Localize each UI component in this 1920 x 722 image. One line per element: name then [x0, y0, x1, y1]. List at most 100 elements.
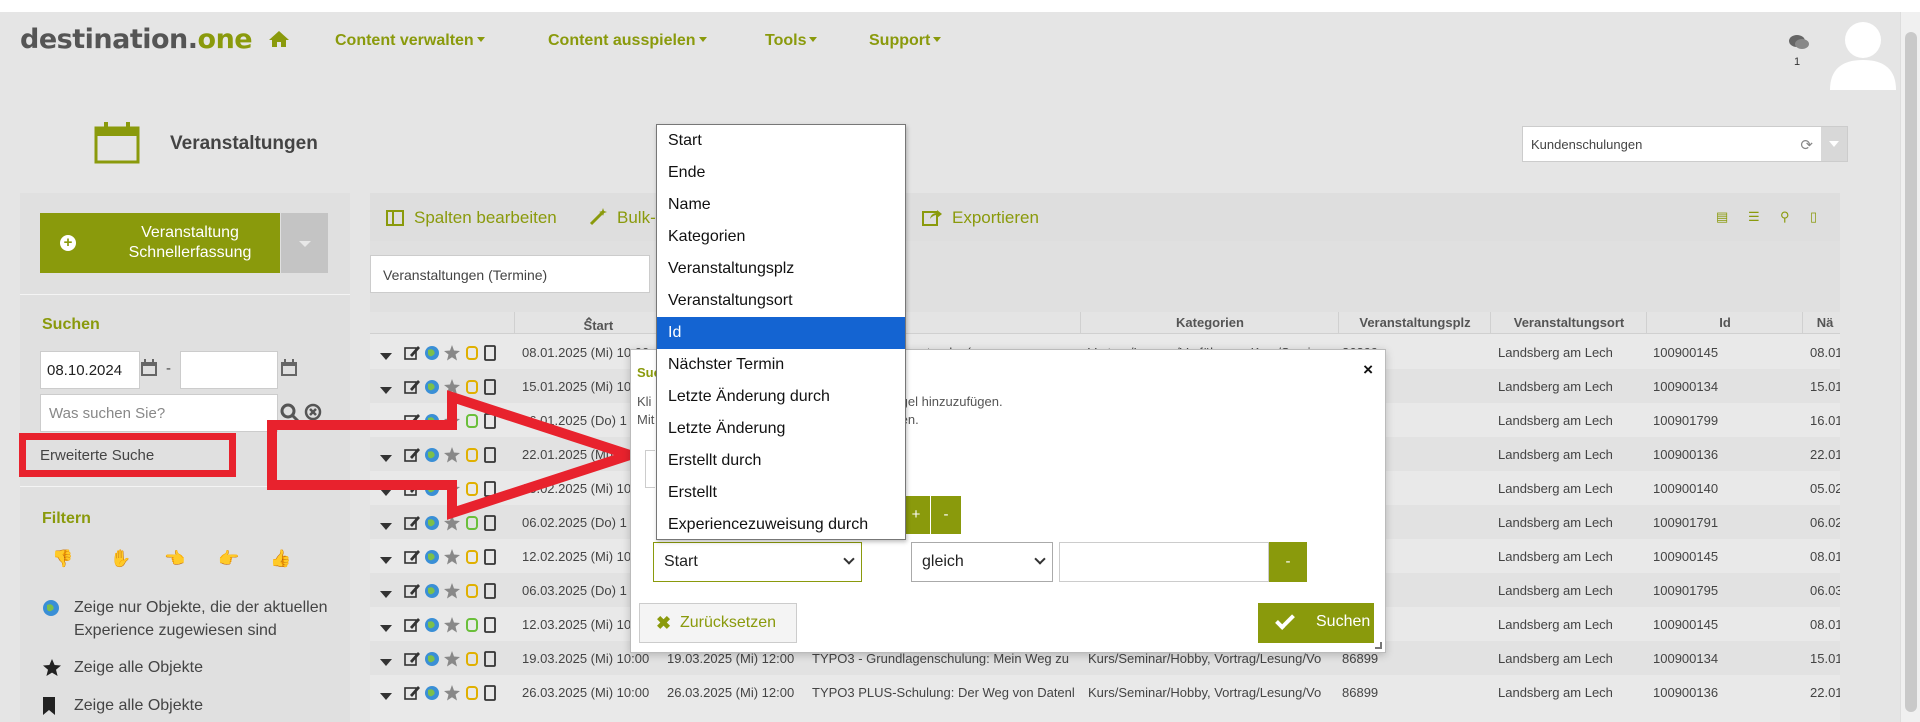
- dropdown-option[interactable]: Experiencezuweisung durch: [657, 509, 905, 541]
- filter-all-option[interactable]: Zeige alle Objekte: [42, 656, 342, 679]
- globe-icon[interactable]: [424, 651, 440, 667]
- dropdown-option[interactable]: Veranstaltungsort: [657, 285, 905, 317]
- globe-icon[interactable]: [424, 345, 440, 361]
- dropdown-option[interactable]: Nächster Termin: [657, 349, 905, 381]
- col-kategorien[interactable]: Kategorien: [1082, 315, 1338, 330]
- map-view-icon[interactable]: ⚲: [1780, 209, 1790, 225]
- table-view-icon[interactable]: ▤: [1716, 209, 1728, 225]
- edit-columns-button[interactable]: Spalten bearbeiten: [386, 208, 557, 231]
- mobile-icon[interactable]: [484, 345, 496, 361]
- col-next[interactable]: Nä: [1810, 315, 1840, 330]
- reset-button[interactable]: ✖ Zurücksetzen: [639, 603, 797, 643]
- dropdown-option[interactable]: Letzte Änderung: [657, 413, 905, 445]
- thumbs-up-icon[interactable]: 👍: [270, 549, 291, 569]
- workspace-select[interactable]: Kundenschulungen ⟳: [1522, 126, 1848, 162]
- list-view-icon[interactable]: ☰: [1748, 209, 1760, 225]
- thumbs-down-icon[interactable]: 👎: [52, 549, 73, 569]
- mobile-view-icon[interactable]: ▯: [1810, 209, 1817, 225]
- view-select[interactable]: Veranstaltungen (Termine): [370, 255, 650, 293]
- search-input[interactable]: Was suchen Sie?: [40, 394, 278, 432]
- star-icon[interactable]: [444, 651, 460, 667]
- expand-caret-icon[interactable]: [380, 587, 392, 599]
- hand-icon[interactable]: ✋: [110, 549, 131, 569]
- remove-group-button[interactable]: -: [931, 496, 961, 534]
- nav-tools[interactable]: Tools: [765, 32, 818, 50]
- mobile-icon[interactable]: [484, 549, 496, 565]
- filter-experience-option[interactable]: Zeige nur Objekte, die der aktuellen Exp…: [42, 596, 342, 642]
- expand-caret-icon[interactable]: [380, 655, 392, 667]
- mobile-icon[interactable]: [484, 583, 496, 599]
- dropdown-option[interactable]: Veranstaltungsplz: [657, 253, 905, 285]
- home-icon[interactable]: [268, 30, 290, 52]
- dropdown-option[interactable]: Start: [657, 125, 905, 157]
- hand-icon[interactable]: [464, 651, 480, 667]
- add-rule-button[interactable]: +: [902, 496, 930, 534]
- dropdown-option[interactable]: Ende: [657, 157, 905, 189]
- hand-icon[interactable]: [464, 345, 480, 361]
- dropdown-option[interactable]: Kategorien: [657, 221, 905, 253]
- quick-create-dropdown[interactable]: [281, 213, 328, 273]
- chat-icon[interactable]: [1788, 34, 1810, 56]
- edit-icon[interactable]: [404, 583, 420, 599]
- globe-icon[interactable]: [424, 617, 440, 633]
- hand-icon[interactable]: [464, 549, 480, 565]
- search-button[interactable]: Suchen: [1258, 603, 1374, 643]
- hand-point-left-icon[interactable]: 👈: [164, 549, 185, 569]
- hand-point-right-icon[interactable]: 👉: [218, 549, 239, 569]
- edit-icon[interactable]: [404, 651, 420, 667]
- calendar-icon[interactable]: [280, 359, 298, 381]
- group-field-partial[interactable]: [645, 450, 655, 488]
- remove-rule-button[interactable]: -: [1269, 542, 1307, 582]
- expand-caret-icon[interactable]: [380, 553, 392, 565]
- dropdown-option[interactable]: Erstellt: [657, 477, 905, 509]
- calendar-icon[interactable]: [140, 359, 158, 381]
- table-row[interactable]: 26.03.2025 (Mi) 10:00 26.03.2025 (Mi) 12:…: [370, 675, 1840, 709]
- dropdown-option[interactable]: Erstellt durch: [657, 445, 905, 477]
- rule-operator-select[interactable]: gleich: [911, 542, 1053, 582]
- globe-icon[interactable]: [424, 583, 440, 599]
- export-button[interactable]: Exportieren: [922, 208, 1039, 231]
- star-icon[interactable]: [444, 583, 460, 599]
- logo[interactable]: destination.one: [20, 24, 253, 55]
- scrollbar-thumb[interactable]: [1905, 32, 1917, 712]
- rule-value-input[interactable]: [1059, 542, 1269, 582]
- star-icon[interactable]: [444, 685, 460, 701]
- nav-content-ausspielen[interactable]: Content ausspielen: [548, 32, 707, 50]
- dropdown-option[interactable]: Name: [657, 189, 905, 221]
- quick-create-button[interactable]: + Veranstaltung Schnellerfassung: [40, 213, 280, 273]
- hand-icon[interactable]: [464, 685, 480, 701]
- col-ort[interactable]: Veranstaltungsort: [1492, 315, 1646, 330]
- col-id[interactable]: Id: [1648, 315, 1802, 330]
- rule-field-select[interactable]: Start: [653, 542, 862, 582]
- mobile-icon[interactable]: [484, 685, 496, 701]
- date-from-input[interactable]: 08.10.2024: [40, 351, 140, 389]
- dropdown-option[interactable]: Letzte Änderung durch: [657, 381, 905, 413]
- edit-icon[interactable]: [404, 549, 420, 565]
- star-icon[interactable]: [444, 549, 460, 565]
- expand-caret-icon[interactable]: [380, 689, 392, 701]
- globe-icon[interactable]: [424, 549, 440, 565]
- col-plz[interactable]: Veranstaltungsplz: [1340, 315, 1490, 330]
- dropdown-arrow-icon[interactable]: [1821, 127, 1847, 161]
- globe-icon[interactable]: [424, 685, 440, 701]
- refresh-icon[interactable]: ⟳: [1800, 136, 1813, 154]
- nav-support[interactable]: Support: [869, 32, 942, 50]
- page-scrollbar[interactable]: [1900, 12, 1920, 722]
- nav-content-verwalten[interactable]: Content verwalten: [335, 32, 485, 50]
- filter-bookmark-option[interactable]: Zeige alle Objekte: [42, 694, 342, 717]
- edit-icon[interactable]: [404, 617, 420, 633]
- dropdown-option[interactable]: Id: [657, 317, 905, 349]
- expand-caret-icon[interactable]: [380, 349, 392, 361]
- expand-caret-icon[interactable]: [380, 621, 392, 633]
- close-icon[interactable]: ×: [1363, 360, 1373, 380]
- star-icon[interactable]: [444, 617, 460, 633]
- date-to-input[interactable]: [180, 351, 278, 389]
- hand-icon[interactable]: [464, 583, 480, 599]
- edit-icon[interactable]: [404, 345, 420, 361]
- star-icon[interactable]: [444, 345, 460, 361]
- edit-icon[interactable]: [404, 685, 420, 701]
- col-start[interactable]: Start ⌃: [514, 315, 664, 333]
- resize-handle[interactable]: [1375, 642, 1382, 649]
- mobile-icon[interactable]: [484, 651, 496, 667]
- bulk-edit-button[interactable]: Bulk-: [589, 208, 656, 231]
